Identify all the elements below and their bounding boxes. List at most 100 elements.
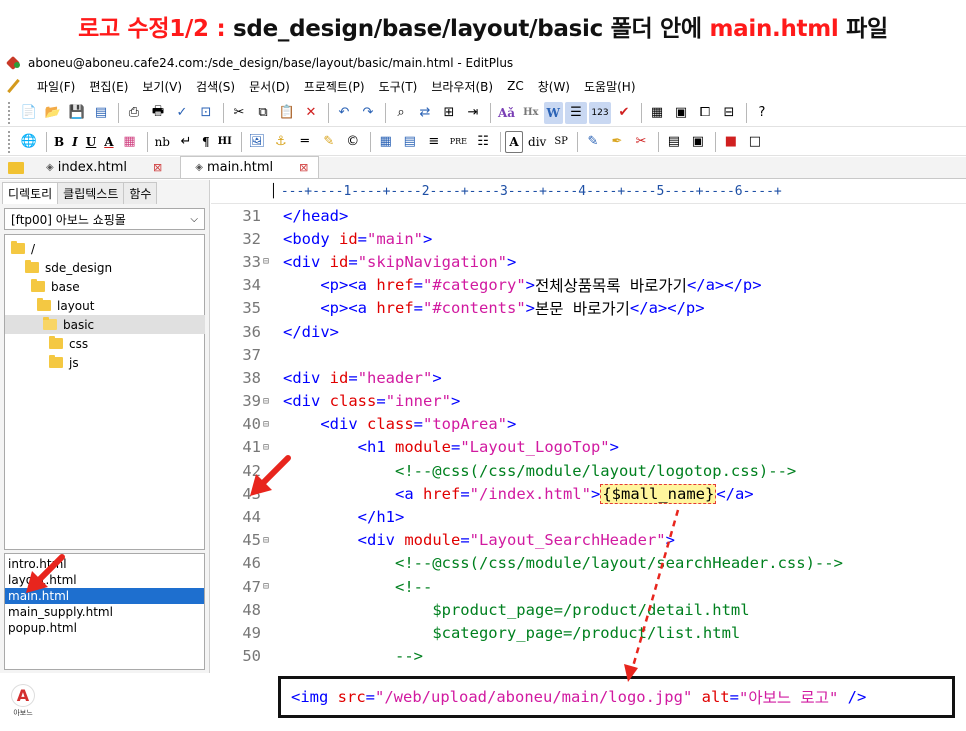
frame-icon[interactable]: ▤ — [663, 131, 685, 153]
code-line[interactable]: 36 </div> — [211, 320, 966, 343]
code-line[interactable]: 40 ⊟ <div class = "topArea" > — [211, 413, 966, 436]
find-in-files-icon[interactable]: ⊞ — [438, 102, 460, 124]
copy-icon[interactable]: ⧉ — [252, 102, 274, 124]
heading-button[interactable]: HI — [215, 131, 235, 153]
edit-icon[interactable]: ✎ — [318, 131, 340, 153]
code-line[interactable]: 48 $product_page=/product/detail.html — [211, 598, 966, 621]
line-number-icon[interactable]: 123 — [589, 101, 611, 124]
hr-icon[interactable]: ═ — [294, 131, 316, 153]
fold-toggle-icon[interactable]: ⊟ — [263, 581, 273, 592]
redo-icon[interactable]: ↷ — [357, 102, 379, 124]
cascade-icon[interactable]: ⧠ — [694, 102, 716, 124]
script-icon[interactable]: ✒ — [606, 131, 628, 153]
tab-main-html[interactable]: ◈ main.html ⊠ — [180, 156, 320, 178]
image-icon[interactable]: 🖼 — [246, 131, 268, 153]
font-size-icon[interactable]: Aǎ — [495, 102, 518, 124]
preview-icon[interactable]: ▣ — [687, 131, 709, 153]
code-editor[interactable]: ▏ ---+----1----+----2----+----3----+----4… — [211, 180, 966, 673]
copyright-icon[interactable]: © — [342, 131, 364, 153]
open-folder-icon[interactable]: 📂 — [42, 102, 64, 124]
code-line[interactable]: 49 $category_page=/product/list.html — [211, 621, 966, 644]
code-line[interactable]: 41 ⊟ <h1 module = "Layout_LogoTop" > — [211, 436, 966, 459]
save-all-icon[interactable]: ▤ — [90, 102, 112, 124]
list-item[interactable]: intro.html — [5, 556, 204, 572]
code-line[interactable]: 46 <!--@css(/css/module/layout/searchHea… — [211, 552, 966, 575]
undo-icon[interactable]: ↶ — [333, 102, 355, 124]
hex-icon[interactable]: Hx — [520, 102, 541, 124]
find-icon[interactable]: ⌕ — [390, 102, 412, 124]
menu-search[interactable]: 검색(S) — [189, 78, 242, 95]
list-item-selected[interactable]: main.html — [5, 588, 204, 604]
tree-item-css[interactable]: css — [49, 334, 88, 353]
pre-button[interactable]: PRE — [447, 131, 470, 153]
nbsp-button[interactable]: nb — [152, 131, 173, 153]
menu-document[interactable]: 문서(D) — [242, 78, 297, 95]
code-line[interactable]: 32 <body id = "main" > — [211, 227, 966, 250]
save-icon[interactable]: 💾 — [66, 102, 88, 124]
paragraph-button[interactable]: ¶ — [199, 131, 213, 153]
fold-toggle-icon[interactable]: ⊟ — [263, 419, 273, 430]
list-item[interactable]: main_supply.html — [5, 604, 204, 620]
fold-toggle-icon[interactable]: ⊟ — [263, 256, 273, 267]
toolbar-grip[interactable] — [8, 101, 12, 124]
close-tab-icon[interactable]: ⊠ — [299, 161, 308, 174]
color-picker-icon[interactable]: ■ — [720, 131, 742, 153]
code-line[interactable]: 44 </h1> — [211, 505, 966, 528]
paste-icon[interactable]: 📋 — [276, 102, 298, 124]
ruler-icon[interactable]: ☰ — [565, 101, 587, 124]
menu-window[interactable]: 창(W) — [531, 78, 577, 95]
underline-button[interactable]: U — [83, 131, 99, 153]
tile-icon[interactable]: ▣ — [670, 102, 692, 124]
code-line[interactable]: 38 <div id = "header" > — [211, 366, 966, 389]
help-icon[interactable]: ? — [751, 102, 773, 124]
menu-edit[interactable]: 편집(E) — [82, 78, 135, 95]
tree-item-base[interactable]: base — [31, 277, 80, 296]
anchor-icon[interactable]: ⚓ — [270, 131, 292, 153]
italic-button[interactable]: I — [69, 131, 81, 153]
tree-item-sde-design[interactable]: sde_design — [25, 258, 112, 277]
fold-toggle-icon[interactable]: ⊟ — [263, 396, 273, 407]
code-line[interactable]: 42 <!--@css(/css/module/layout/logotop.c… — [211, 459, 966, 482]
list-icon[interactable]: ☷ — [472, 131, 494, 153]
menu-view[interactable]: 보기(V) — [135, 78, 189, 95]
folder-icon[interactable] — [8, 162, 24, 174]
code-line[interactable]: 34 <p><a href = "#category" > 전체상품목록 바로가기 </a… — [211, 274, 966, 297]
code-line[interactable]: 37 — [211, 343, 966, 366]
globe-icon[interactable]: 🌐 — [18, 131, 40, 153]
tree-item-basic[interactable]: basic — [5, 315, 205, 334]
tab-index-html[interactable]: ◈ index.html ⊠ — [32, 156, 172, 178]
print-icon[interactable]: 🖶 — [147, 102, 169, 124]
code-line[interactable]: 47 ⊟ <!-- — [211, 575, 966, 598]
tree-item-root[interactable]: / — [11, 239, 35, 258]
replace-icon[interactable]: ⇄ — [414, 102, 436, 124]
code-line[interactable]: 43 <a href = "/index.html" > {$mall_name} </a… — [211, 482, 966, 505]
tree-item-js[interactable]: js — [49, 353, 79, 372]
cut-icon[interactable]: ✂ — [228, 102, 250, 124]
code-line[interactable]: 35 <p><a href = "#contents" > 본문 바로가기 </a></p… — [211, 297, 966, 320]
window-list-icon[interactable]: ▦ — [646, 102, 668, 124]
menu-browser[interactable]: 브라우저(B) — [424, 78, 500, 95]
line-break-icon[interactable]: ↵ — [175, 131, 197, 153]
word-wrap-icon[interactable]: W — [543, 101, 563, 124]
window-icon[interactable]: □ — [744, 131, 766, 153]
tab-functions[interactable]: 함수 — [123, 182, 158, 204]
font-color-button[interactable]: A — [101, 131, 116, 153]
code-line[interactable]: 50 --> — [211, 645, 966, 668]
menu-file[interactable]: 파일(F) — [30, 78, 82, 95]
align-icon[interactable]: ≡ — [423, 131, 445, 153]
fullscreen-icon[interactable]: ⊟ — [718, 102, 740, 124]
delete-icon[interactable]: ✕ — [300, 102, 322, 124]
list-item[interactable]: layout.html — [5, 572, 204, 588]
fold-toggle-icon[interactable]: ⊟ — [263, 535, 273, 546]
goto-line-icon[interactable]: ⇥ — [462, 102, 484, 124]
css-icon[interactable]: ✎ — [582, 131, 604, 153]
table-icon[interactable]: ▦ — [375, 131, 397, 153]
new-file-icon[interactable]: 📄 — [18, 102, 40, 124]
code-line[interactable]: 39 ⊟ <div class = "inner" > — [211, 390, 966, 413]
close-tab-icon[interactable]: ⊠ — [153, 161, 162, 174]
browser-icon[interactable]: ⊡ — [195, 102, 217, 124]
code-line[interactable]: 31 </head> — [211, 204, 966, 227]
tab-cliptext[interactable]: 클립텍스트 — [57, 182, 125, 204]
code-line[interactable]: 33 ⊟ <div id = "skipNavigation" > — [211, 250, 966, 273]
bold-button[interactable]: B — [51, 131, 67, 153]
